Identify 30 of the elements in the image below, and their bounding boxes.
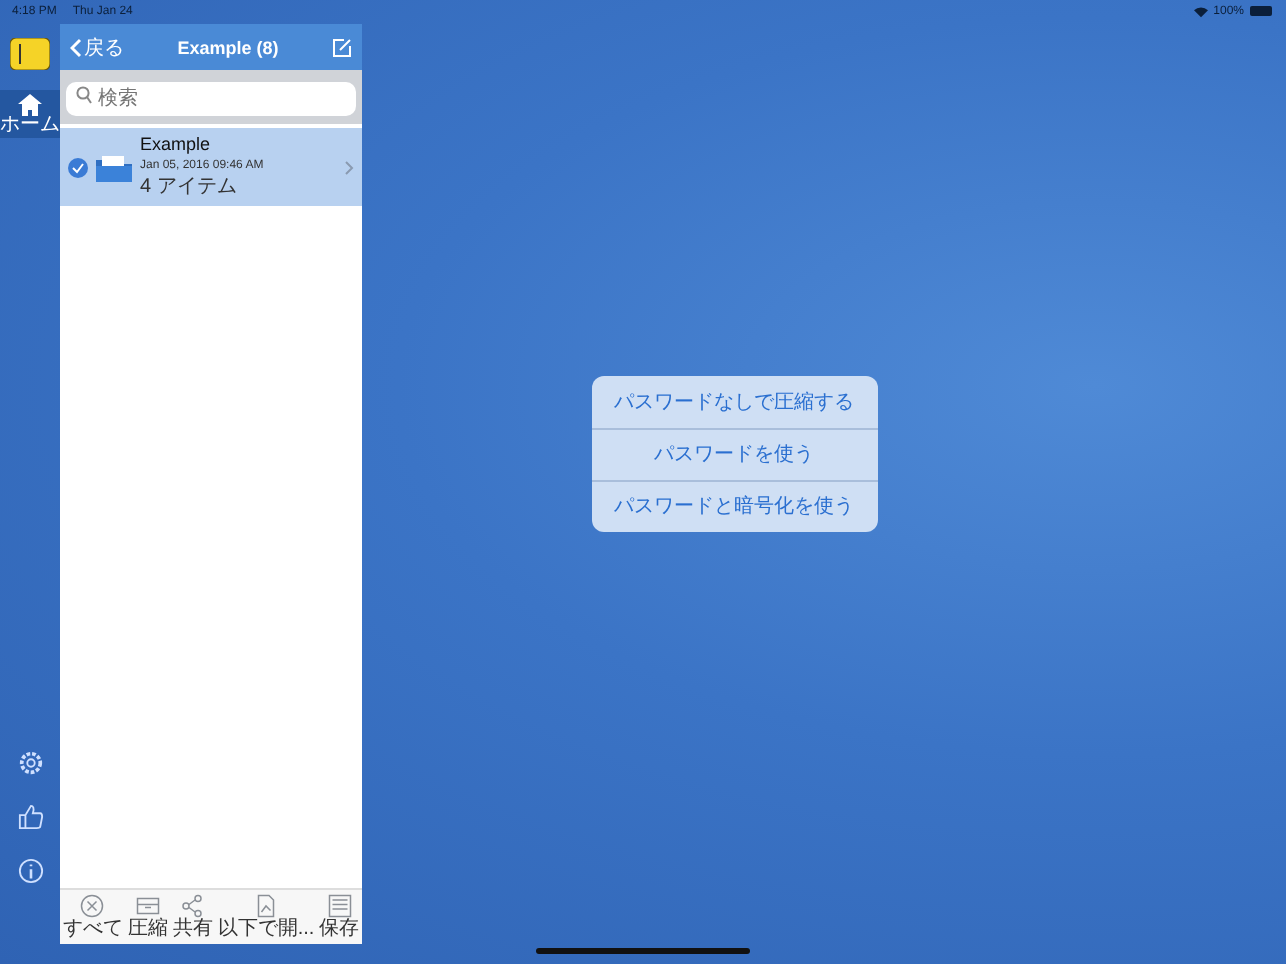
- battery-icon: [1250, 6, 1274, 16]
- home-tab[interactable]: ホーム: [0, 90, 60, 138]
- item-count: 4 アイテム: [140, 174, 239, 200]
- archive-icon: [135, 894, 160, 918]
- wifi-icon: [1193, 5, 1208, 17]
- menu-option[interactable]: パスワードを使う: [591, 427, 877, 479]
- toolbar-button[interactable]: すべて: [62, 894, 123, 940]
- settings-icon[interactable]: [17, 750, 43, 776]
- toolbar-button[interactable]: 圧縮: [127, 894, 168, 940]
- file-name: Example: [140, 134, 213, 154]
- search-field[interactable]: 検索: [66, 82, 356, 116]
- back-button[interactable]: 戻る: [70, 33, 124, 61]
- toolbar-button[interactable]: 共有: [172, 894, 213, 940]
- notebook-logo-icon[interactable]: [10, 38, 50, 70]
- info-icon[interactable]: [17, 858, 43, 884]
- chevron-icon: [344, 159, 354, 175]
- home-icon: [18, 93, 42, 115]
- panel-title: Example (8): [175, 37, 281, 57]
- toolbar-button[interactable]: 以下で開...: [217, 894, 315, 940]
- chevron-left-icon: [70, 37, 82, 57]
- thumbs-up-icon[interactable]: [17, 804, 43, 830]
- toolbar-button[interactable]: 保存: [319, 894, 360, 940]
- menu-option[interactable]: パスワードと暗号化を使う: [591, 479, 877, 531]
- cancel-icon: [80, 894, 105, 918]
- folder-icon: [96, 153, 132, 181]
- save-icon: [327, 894, 352, 918]
- menu-option[interactable]: パスワードなしで圧縮する: [591, 375, 877, 427]
- document-icon: [254, 894, 279, 918]
- edit-icon[interactable]: [332, 37, 352, 57]
- share-icon: [180, 894, 205, 918]
